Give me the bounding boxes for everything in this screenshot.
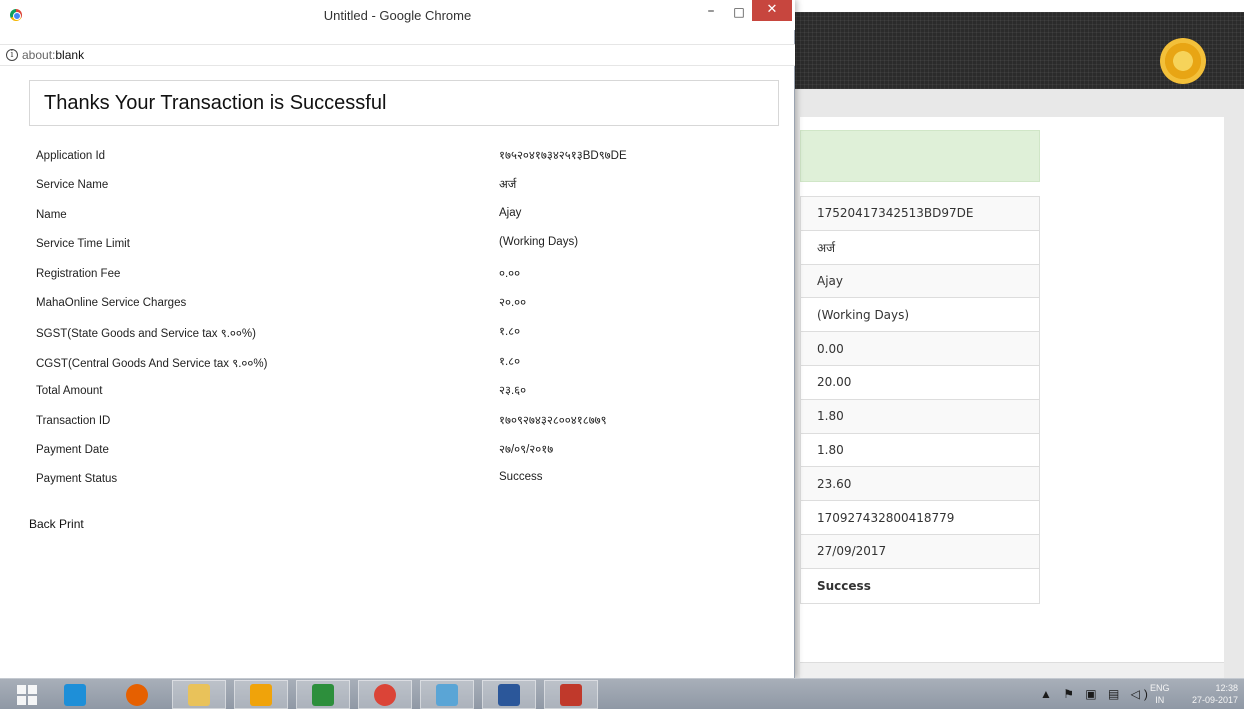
system-tray: ▲ ⚑ ▣ ▤ ◁) ENG IN 12:38 27-09-2017 [1040,679,1244,710]
window-title: Untitled - Google Chrome [323,8,472,23]
detail-label: Application Id [36,150,106,162]
url-text: blank [55,48,85,62]
outlook-icon [250,683,272,706]
clock-time: 12:38 [1215,683,1238,693]
background-table-cell: 17520417342513BD97DE [801,197,1039,231]
background-table-cell: Success [817,578,871,593]
detail-value: २७/०९/२०१७ [499,443,554,456]
taskbar-snipping[interactable] [544,680,598,709]
background-table-cell: 27/09/2017 [801,534,1039,569]
snipping-tool-icon [560,683,582,706]
detail-label: SGST(State Goods and Service tax ९.००%) [36,328,256,341]
clock[interactable]: 12:38 27-09-2017 [1188,682,1238,706]
background-table-cell: 170927432800418779 [801,501,1039,535]
background-table-cell: Ajay [801,264,1039,299]
taskbar-app[interactable] [420,680,474,709]
detail-value: १७०९२७४३२८००४१८७७९ [499,414,607,427]
chrome-icon [374,683,396,706]
detail-value: Success [499,471,543,484]
app-icon [436,683,458,706]
address-bar[interactable]: i about: blank [0,44,795,66]
detail-label: Transaction ID [36,414,111,427]
background-details-table: 17520417342513BD97DE अर्ज Ajay (Working Day… [800,196,1040,604]
store-icon [312,683,334,706]
chrome-popup-window: Untitled - Google Chrome – □ ✕ i about: b… [0,0,795,678]
detail-value: २०.०० [499,296,527,309]
language-code: ENG [1150,683,1170,693]
action-links: Back Print [29,517,84,531]
back-button[interactable]: Back [29,517,56,531]
detail-row: SGST(State Goods and Service tax ९.००%) १… [36,318,776,347]
detail-label: Registration Fee [36,267,121,280]
detail-row: Registration Fee ०.०० [36,260,776,289]
print-button[interactable]: Print [59,517,84,531]
taskbar-ie[interactable] [48,680,102,709]
detail-label: Service Time Limit [36,238,130,251]
background-footer [800,662,1224,678]
emblem-logo [1160,38,1206,84]
taskbar-word[interactable] [482,680,536,709]
start-button[interactable] [0,680,54,709]
clock-date: 27-09-2017 [1191,695,1238,705]
heading-panel: Thanks Your Transaction is Successful [29,80,779,126]
background-table-cell: 1.80 [801,434,1039,468]
detail-row: Name Ajay [36,201,776,230]
transaction-details: Application Id १७५२०४१७३४२५१३BD९७DE Servic… [36,142,776,495]
background-table-cell: 0.00 [801,332,1039,366]
detail-label: Total Amount [36,385,103,398]
windows-logo-icon [17,684,37,705]
detail-label: Payment Status [36,473,118,486]
detail-label: Name [36,208,67,221]
taskbar-store[interactable] [296,680,350,709]
file-explorer-icon [188,683,210,706]
close-button[interactable]: ✕ [752,0,792,21]
detail-row: Payment Status Success [36,465,776,494]
maximize-button[interactable]: □ [730,3,748,21]
detail-value: १.८० [499,355,521,368]
url-scheme: about: [22,48,56,62]
info-icon[interactable]: i [6,49,18,61]
detail-row: Application Id १७५२०४१७३४२५१३BD९७DE [36,142,776,171]
detail-label: Payment Date [36,443,109,456]
firefox-icon [126,683,148,706]
tray-icons[interactable]: ▲ ⚑ ▣ ▤ ◁) [1040,687,1152,701]
detail-row: Service Name अर्ज [36,171,776,200]
taskbar-outlook[interactable] [234,680,288,709]
detail-value: १.८० [499,326,521,339]
detail-row: Service Time Limit (Working Days) [36,230,776,259]
detail-row: CGST(Central Goods And Service tax ९.००%… [36,348,776,377]
background-table-cell: 23.60 [801,467,1039,502]
taskbar: ▲ ⚑ ▣ ▤ ◁) ENG IN 12:38 27-09-2017 [0,678,1244,709]
taskbar-firefox[interactable] [110,680,164,709]
background-table-cell: (Working Days) [801,298,1039,333]
minimize-button[interactable]: – [702,3,720,21]
region-code: IN [1155,695,1165,705]
detail-value: १७५२०४१७३४२५१३BD९७DE [499,150,627,162]
detail-value: Ajay [499,206,522,219]
taskbar-explorer[interactable] [172,680,226,709]
internet-explorer-icon [64,683,86,706]
background-table-cell: 1.80 [801,399,1039,434]
detail-value: २३.६० [499,385,527,398]
detail-value: (Working Days) [499,236,579,249]
taskbar-chrome[interactable] [358,680,412,709]
detail-row: MahaOnline Service Charges २०.०० [36,289,776,318]
detail-label: Service Name [36,179,109,192]
detail-row: Transaction ID १७०९२७४३२८००४१८७७९ [36,407,776,436]
detail-label: MahaOnline Service Charges [36,296,187,309]
page-title: Thanks Your Transaction is Successful [44,91,387,114]
success-alert-banner [800,130,1040,182]
detail-row: Total Amount २३.६० [36,377,776,406]
title-bar[interactable]: Untitled - Google Chrome – □ ✕ [0,0,795,30]
background-table-cell: 20.00 [801,366,1039,400]
detail-value: अर्ज [499,179,517,192]
language-indicator[interactable]: ENG IN [1150,682,1170,706]
word-icon [498,683,520,706]
detail-label: CGST(Central Goods And Service tax ९.००%… [36,357,268,370]
detail-row: Payment Date २७/०९/२०१७ [36,436,776,465]
background-table-cell: अर्ज [801,231,1039,265]
detail-value: ०.०० [499,267,521,280]
